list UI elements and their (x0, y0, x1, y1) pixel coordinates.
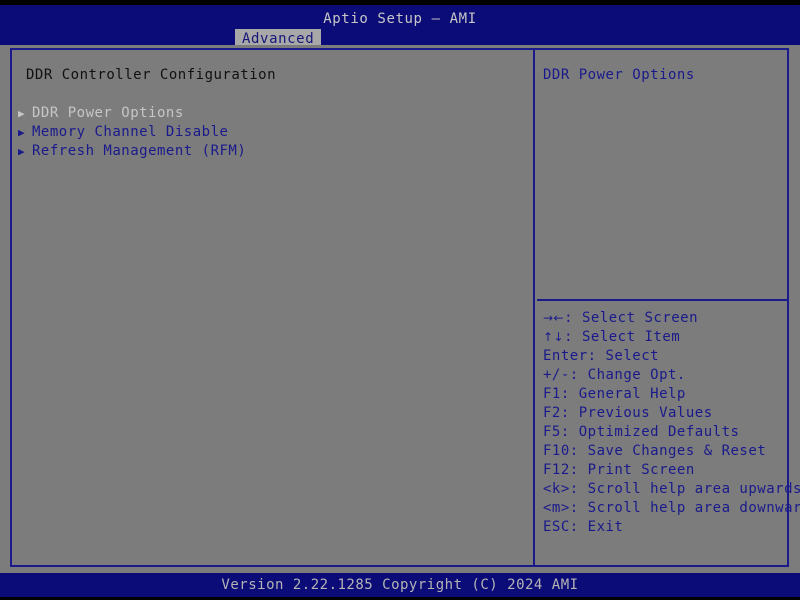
key-legend-text: F12: Print Screen (543, 462, 695, 478)
key-legend-text: F2: Previous Values (543, 405, 713, 421)
version-text: Version 2.22.1285 Copyright (C) 2024 AMI (221, 577, 579, 593)
key-legend-text: +/-: Change Opt. (543, 367, 686, 383)
key-legend-text: ESC: Exit (543, 519, 624, 535)
menu-list: ▶ DDR Power Options ▶ Memory Channel Disabl… (12, 104, 533, 161)
help-separator (537, 299, 787, 301)
body-area: DDR Controller Configuration ▶ DDR Power … (0, 45, 800, 573)
key-legend-text: F5: Optimized Defaults (543, 424, 740, 440)
key-legend-row: +/-: Change Opt. (543, 366, 793, 385)
footer-bar: Version 2.22.1285 Copyright (C) 2024 AMI (0, 573, 800, 597)
arrow-keys-icon: →← (543, 311, 565, 325)
key-legend-row: →←: Select Screen (543, 309, 793, 328)
menu-item-ddr-power-options[interactable]: ▶ DDR Power Options (12, 104, 533, 123)
menu-item-refresh-management-rfm[interactable]: ▶ Refresh Management (RFM) (12, 142, 533, 161)
key-legend-row: F1: General Help (543, 385, 793, 404)
menu-item-label: Refresh Management (RFM) (32, 143, 247, 159)
arrow-keys-icon: ↑↓ (543, 330, 565, 344)
help-text: DDR Power Options (543, 67, 695, 83)
key-legend-row: F12: Print Screen (543, 461, 793, 480)
menu-item-memory-channel-disable[interactable]: ▶ Memory Channel Disable (12, 123, 533, 142)
key-legend-text: Enter: Select (543, 348, 660, 364)
key-legend-text: F10: Save Changes & Reset (543, 443, 767, 459)
key-legend-row: ESC: Exit (543, 518, 793, 537)
content-box: DDR Controller Configuration ▶ DDR Power … (10, 48, 800, 567)
key-legend-row: <k>: Scroll help area upwards (543, 480, 800, 499)
key-legend-text: : Select Item (564, 329, 681, 345)
page-title: Aptio Setup – AMI (323, 11, 477, 27)
menu-item-label: DDR Power Options (32, 105, 184, 121)
left-pane: DDR Controller Configuration ▶ DDR Power … (12, 50, 533, 565)
pane-title: DDR Controller Configuration (26, 67, 277, 83)
bios-setup-screen: Aptio Setup – AMI Advanced DDR Controlle… (0, 0, 800, 600)
key-legend-text: <m>: Scroll help area downwards (543, 500, 800, 516)
submenu-arrow-icon: ▶ (18, 126, 26, 139)
key-legend-row: ↑↓: Select Item (543, 328, 793, 347)
key-legend-row: F10: Save Changes & Reset (543, 442, 793, 461)
submenu-arrow-icon: ▶ (18, 107, 26, 120)
key-legend-text: : Select Screen (564, 310, 699, 326)
key-legend-row: F2: Previous Values (543, 404, 793, 423)
key-legend-text: <k>: Scroll help area upwards (543, 481, 800, 497)
key-legend-row: <m>: Scroll help area downwards (543, 499, 800, 518)
key-legend: →←: Select Screen ↑↓: Select Item Enter: S… (543, 309, 800, 537)
submenu-arrow-icon: ▶ (18, 145, 26, 158)
right-pane: DDR Power Options →←: Select Screen ↑↓: S… (535, 50, 800, 565)
key-legend-row: F5: Optimized Defaults (543, 423, 793, 442)
key-legend-row: Enter: Select (543, 347, 793, 366)
key-legend-text: F1: General Help (543, 386, 686, 402)
header-bar: Aptio Setup – AMI Advanced (0, 5, 800, 51)
menu-item-label: Memory Channel Disable (32, 124, 229, 140)
